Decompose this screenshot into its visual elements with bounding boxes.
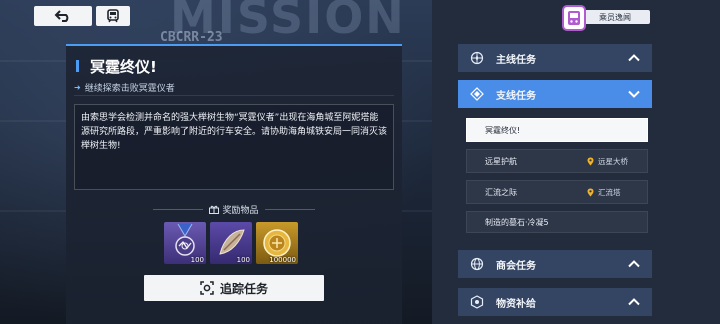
track-mission-button[interactable]: 追踪任务	[144, 275, 324, 301]
chevron-up-icon	[628, 260, 640, 268]
quest-location: 汇流塔	[587, 187, 621, 198]
arrow-right-icon: ➜	[74, 83, 81, 92]
category-guild-quests[interactable]: 商会任务	[458, 250, 652, 278]
target-icon	[200, 281, 214, 295]
reward-list: 100 100 100000	[164, 222, 298, 264]
reward-count: 100	[236, 256, 250, 264]
quest-item-label: 冥霆终仪!	[485, 125, 521, 135]
crew-anecdote-label: 乘员逸闻	[580, 10, 650, 24]
chevron-up-icon	[628, 54, 640, 62]
category-label: 商会任务	[496, 260, 536, 272]
crew-anecdote-tab[interactable]: 乘员逸闻	[562, 5, 652, 31]
train-button[interactable]	[96, 6, 130, 26]
category-label: 支线任务	[496, 90, 536, 102]
category-label: 主线任务	[496, 54, 536, 66]
objective-text: 继续探索击败冥霆仪者	[84, 84, 175, 94]
supply-icon	[470, 295, 484, 309]
title-accent	[76, 60, 79, 72]
globe-icon	[470, 257, 484, 271]
gift-icon	[209, 205, 220, 214]
quest-location-label: 远星大桥	[598, 156, 628, 166]
quest-item-label: 汇流之际	[485, 187, 517, 197]
reward-medal[interactable]: 100	[164, 222, 206, 264]
quest-item[interactable]: 远星护航 远星大桥	[466, 149, 648, 173]
rewards-header: 奖励物品	[66, 203, 402, 216]
mission-description: 由索思学会检测并命名的强大榉树生物“冥霆仪者”出现在海角城至阿妮塔能源研究所路段…	[74, 104, 394, 190]
divider	[153, 208, 204, 210]
quest-item[interactable]: 制造的墓石·冷凝5	[466, 211, 648, 233]
mission-title: 冥霆终仪!	[90, 58, 157, 76]
track-mission-label: 追踪任务	[219, 281, 268, 296]
divider	[264, 208, 315, 210]
chevron-down-icon	[628, 90, 640, 98]
train-icon	[107, 9, 119, 23]
category-main-quests[interactable]: 主线任务	[458, 44, 652, 72]
reward-blade[interactable]: 100	[210, 222, 252, 264]
category-supply-quests[interactable]: 物资补给	[458, 288, 652, 316]
quest-item-label: 制造的墓石·冷凝5	[485, 217, 549, 227]
diamond-icon	[470, 87, 484, 101]
reward-coin[interactable]: 100000	[256, 222, 298, 264]
quest-item[interactable]: 冥霆终仪!	[466, 118, 648, 142]
reward-count: 100000	[269, 256, 296, 264]
back-arrow-icon	[54, 10, 69, 22]
rewards-label: 奖励物品	[222, 205, 259, 216]
location-pin-icon	[587, 157, 594, 165]
back-button[interactable]	[34, 6, 92, 26]
quest-location: 远星大桥	[587, 156, 628, 167]
mission-objective: ➜ 继续探索击败冥霆仪者	[74, 82, 394, 96]
reward-count: 100	[190, 256, 204, 264]
chevron-up-icon	[628, 298, 640, 306]
background-code: CBCRR-23	[160, 30, 223, 45]
quest-item[interactable]: 汇流之际 汇流塔	[466, 180, 648, 204]
category-side-quests[interactable]: 支线任务	[458, 80, 652, 108]
quest-item-label: 远星护航	[485, 156, 517, 166]
game-console-icon	[562, 5, 586, 31]
quest-location-label: 汇流塔	[598, 187, 621, 197]
category-label: 物资补给	[496, 298, 536, 310]
compass-icon	[470, 51, 484, 65]
mission-panel: 冥霆终仪! ➜ 继续探索击败冥霆仪者 由索思学会检测并命名的强大榉树生物“冥霆仪…	[66, 44, 402, 324]
location-pin-icon	[587, 188, 594, 196]
